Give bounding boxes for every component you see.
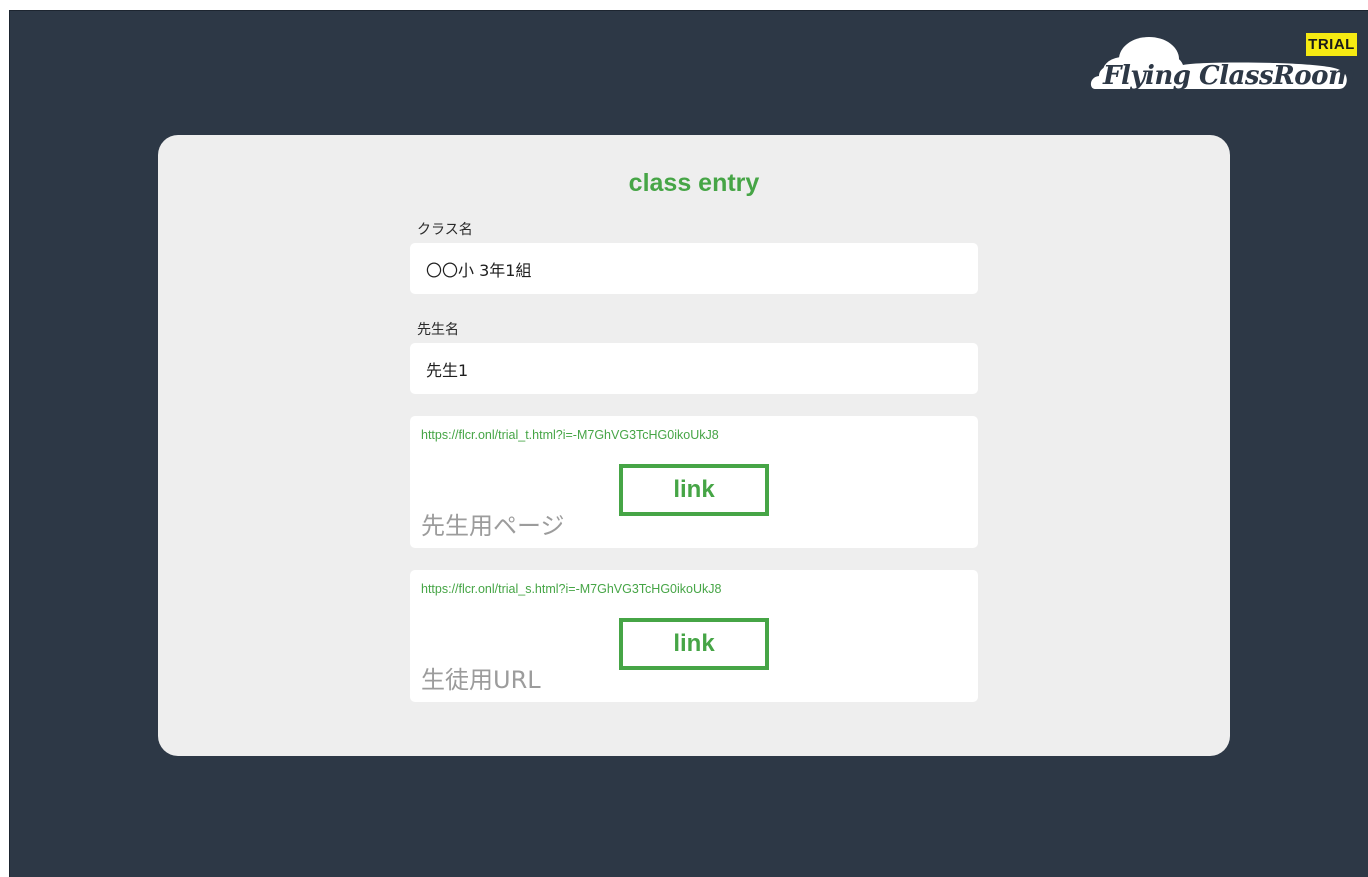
- trial-badge: TRIAL: [1306, 33, 1357, 56]
- student-page-url: https://flcr.onl/trial_s.html?i=-M7GhVG3…: [421, 582, 722, 596]
- teacher-name-input[interactable]: [410, 343, 978, 394]
- teacher-name-label: 先生名: [417, 322, 459, 338]
- class-entry-card: class entry クラス名 先生名 https://flcr.onl/tr…: [158, 135, 1230, 756]
- student-url-caption: 生徒用URL: [421, 666, 541, 694]
- page-title: class entry: [628, 169, 760, 197]
- app-screen: Flying ClassRoom TRIAL class entry クラス名 …: [9, 10, 1368, 877]
- class-name-label: クラス名: [417, 222, 473, 238]
- student-link-box: https://flcr.onl/trial_s.html?i=-M7GhVG3…: [410, 570, 978, 702]
- teacher-link-box: https://flcr.onl/trial_t.html?i=-M7GhVG3…: [410, 416, 978, 548]
- teacher-page-caption: 先生用ページ: [421, 512, 565, 540]
- class-name-input[interactable]: [410, 243, 978, 294]
- student-link-button[interactable]: link: [619, 618, 769, 670]
- logo-text: Flying ClassRoom: [1103, 61, 1355, 91]
- teacher-page-url: https://flcr.onl/trial_t.html?i=-M7GhVG3…: [421, 428, 719, 442]
- teacher-link-button[interactable]: link: [619, 464, 769, 516]
